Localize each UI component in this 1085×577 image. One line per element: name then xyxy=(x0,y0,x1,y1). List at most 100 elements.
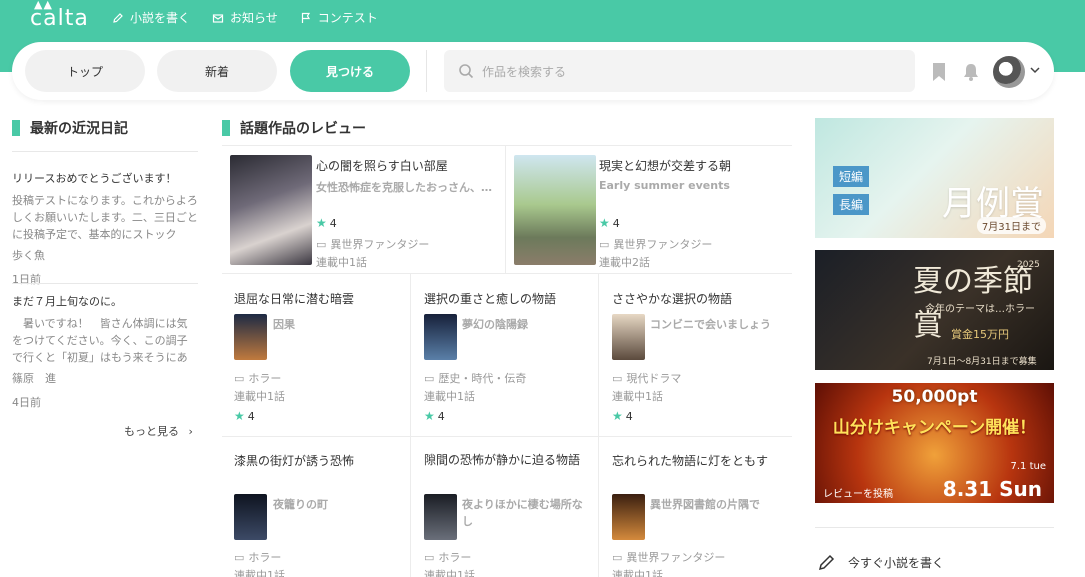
rating: ★ 4 xyxy=(424,409,445,423)
write-novel-link[interactable]: 小説を書く xyxy=(112,9,190,26)
cover-thumbnail xyxy=(424,314,457,360)
rating: ★ 4 xyxy=(234,409,255,423)
grid-divider xyxy=(222,436,792,437)
star-icon: ★ xyxy=(599,216,610,230)
review-title: 心の闇を照らす白い部屋 xyxy=(316,159,448,173)
banner-period: 7月1日〜8月31日まで募集中！ xyxy=(927,357,1037,367)
divider xyxy=(426,50,427,92)
banner-points: 50,000pt xyxy=(891,387,978,407)
logo[interactable]: ▲▲ calta xyxy=(30,0,89,31)
tab-new[interactable]: 新着 xyxy=(157,50,277,92)
bookmark-icon[interactable] xyxy=(932,62,946,82)
review-title: 忘れられた物語に灯をともす xyxy=(612,454,769,468)
folder-icon: ▭ xyxy=(234,371,245,385)
rating: ★ 4 xyxy=(599,216,620,230)
pencil-icon xyxy=(818,554,835,571)
chevron-right-icon: › xyxy=(188,425,193,438)
cat-icon: ▲▲ xyxy=(34,0,53,11)
rating: ★ 4 xyxy=(612,409,633,423)
write-now-button[interactable]: 今すぐ小説を書く xyxy=(818,553,944,571)
episode-status: 連載中1話 xyxy=(316,256,367,269)
monthly-award-banner[interactable]: 短編 長編 月例賞 7月31日まで xyxy=(815,118,1054,238)
contest-link[interactable]: コンテスト xyxy=(300,9,378,26)
star-icon: ★ xyxy=(316,216,327,230)
tab-top[interactable]: トップ xyxy=(25,50,145,92)
banner-start-date: 7.1 tue xyxy=(1010,461,1047,472)
genre: ▭ 歴史・時代・伝奇 xyxy=(424,371,527,386)
banner-note: レビューを投稿 xyxy=(823,489,893,500)
grid-divider xyxy=(505,145,506,273)
search-input[interactable]: 作品を検索する xyxy=(444,50,915,92)
diary-entry-date: 1日前 xyxy=(12,273,41,286)
cover-image xyxy=(230,155,312,265)
cover-thumbnail xyxy=(612,314,645,360)
work-title: 異世界図書館の片隅で xyxy=(650,498,760,511)
work-title: 夜籠りの町 xyxy=(273,498,328,511)
pencil-icon xyxy=(113,12,123,23)
diary-entry-title: まだ７月上旬なのに。 xyxy=(12,295,122,308)
banner-title: 山分けキャンペーン開催！ xyxy=(832,418,1037,438)
chevron-down-icon[interactable] xyxy=(1030,66,1040,74)
work-title: コンビニで会いましょう xyxy=(650,318,771,331)
work-title: 夢幻の陰陽録 xyxy=(462,318,528,331)
summer-award-banner[interactable]: 夏の季節賞 2025 今年のテーマは…ホラー 賞金15万円 7月1日〜8月31日… xyxy=(815,250,1054,370)
diary-entry-author: 歩く魚 xyxy=(12,249,45,262)
diary-entry-body: 投稿テストになります。これからよろしくお願いいたします。二、三日ごとに投稿予定で… xyxy=(12,194,198,241)
search-icon xyxy=(459,64,474,79)
cover-thumbnail xyxy=(612,494,645,540)
rating: ★ 4 xyxy=(316,216,337,230)
episode-status: 連載中1話 xyxy=(424,569,475,577)
banner-end-date: 8.31 Sun xyxy=(942,477,1042,501)
bell-icon[interactable] xyxy=(962,62,980,82)
diary-entry-body: 暑いですね！ 皆さん体調には気をつけてください。今く、この調子で行くと「初夏」は… xyxy=(12,317,188,364)
banner-label-long: 長編 xyxy=(833,194,870,215)
grid-divider xyxy=(410,273,411,577)
work-title: 因果 xyxy=(273,318,295,331)
folder-icon: ▭ xyxy=(612,371,623,385)
divider xyxy=(12,151,198,152)
diary-entry[interactable]: まだ７月上旬なのに。 暑いですね！ 皆さん体調には気をつけてください。今く、この… xyxy=(12,293,198,410)
genre: ▭ 異世界ファンタジー xyxy=(599,237,713,252)
news-link[interactable]: お知らせ xyxy=(212,9,278,26)
flag-icon xyxy=(301,12,310,23)
work-title: Early summer events xyxy=(599,179,730,192)
diary-entry-title: リリースおめでとうございます！ xyxy=(12,172,177,185)
grid-divider xyxy=(222,273,792,274)
work-title: 夜よりほかに棲む場所なし xyxy=(462,498,583,528)
work-title: 女性恐怖症を克服したおっさん、… xyxy=(316,181,492,194)
episode-status: 連載中1話 xyxy=(612,390,663,403)
review-title: 漆黒の街灯が誘う恐怖 xyxy=(234,454,355,468)
avatar[interactable] xyxy=(993,56,1025,88)
star-icon: ★ xyxy=(424,409,435,423)
review-title: 隙間の恐怖が静かに迫る物語 xyxy=(424,453,581,467)
banner-theme: 今年のテーマは…ホラー xyxy=(925,304,1035,315)
cover-thumbnail xyxy=(234,494,267,540)
genre: ▭ ホラー xyxy=(234,550,282,565)
accent-bar xyxy=(12,120,20,136)
genre: ▭ 現代ドラマ xyxy=(612,371,682,386)
folder-icon: ▭ xyxy=(234,550,245,564)
banner-year: 2025 xyxy=(1017,260,1040,270)
reviews-section-title: 話題作品のレビュー xyxy=(222,118,366,138)
cover-thumbnail xyxy=(424,494,457,540)
more-link[interactable]: もっと見る › xyxy=(124,423,193,439)
diary-section-title: 最新の近況日記 xyxy=(12,118,128,138)
diary-entry-date: 4日前 xyxy=(12,396,41,409)
episode-status: 連載中1話 xyxy=(234,390,285,403)
banner-prize: 賞金15万円 xyxy=(951,328,1009,341)
tab-discover[interactable]: 見つける xyxy=(290,50,410,92)
review-title: 選択の重さと癒しの物語 xyxy=(424,292,557,306)
search-placeholder: 作品を検索する xyxy=(482,64,567,79)
review-title: 退屈な日常に潜む暗雲 xyxy=(234,292,355,306)
star-icon: ★ xyxy=(612,409,623,423)
folder-icon: ▭ xyxy=(316,237,327,251)
episode-status: 連載中1話 xyxy=(424,390,475,403)
campaign-banner[interactable]: 50,000pt 山分けキャンペーン開催！ 7.1 tue 8.31 Sun レ… xyxy=(815,383,1054,503)
top-nav: 小説を書く お知らせ コンテスト xyxy=(112,9,378,26)
accent-bar xyxy=(222,120,230,136)
diary-entry[interactable]: リリースおめでとうございます！ 投稿テストになります。これからよろしくお願いいた… xyxy=(12,170,198,287)
star-icon: ★ xyxy=(234,409,245,423)
genre: ▭ 異世界ファンタジー xyxy=(612,550,726,565)
mail-icon xyxy=(212,13,224,23)
folder-icon: ▭ xyxy=(612,550,623,564)
